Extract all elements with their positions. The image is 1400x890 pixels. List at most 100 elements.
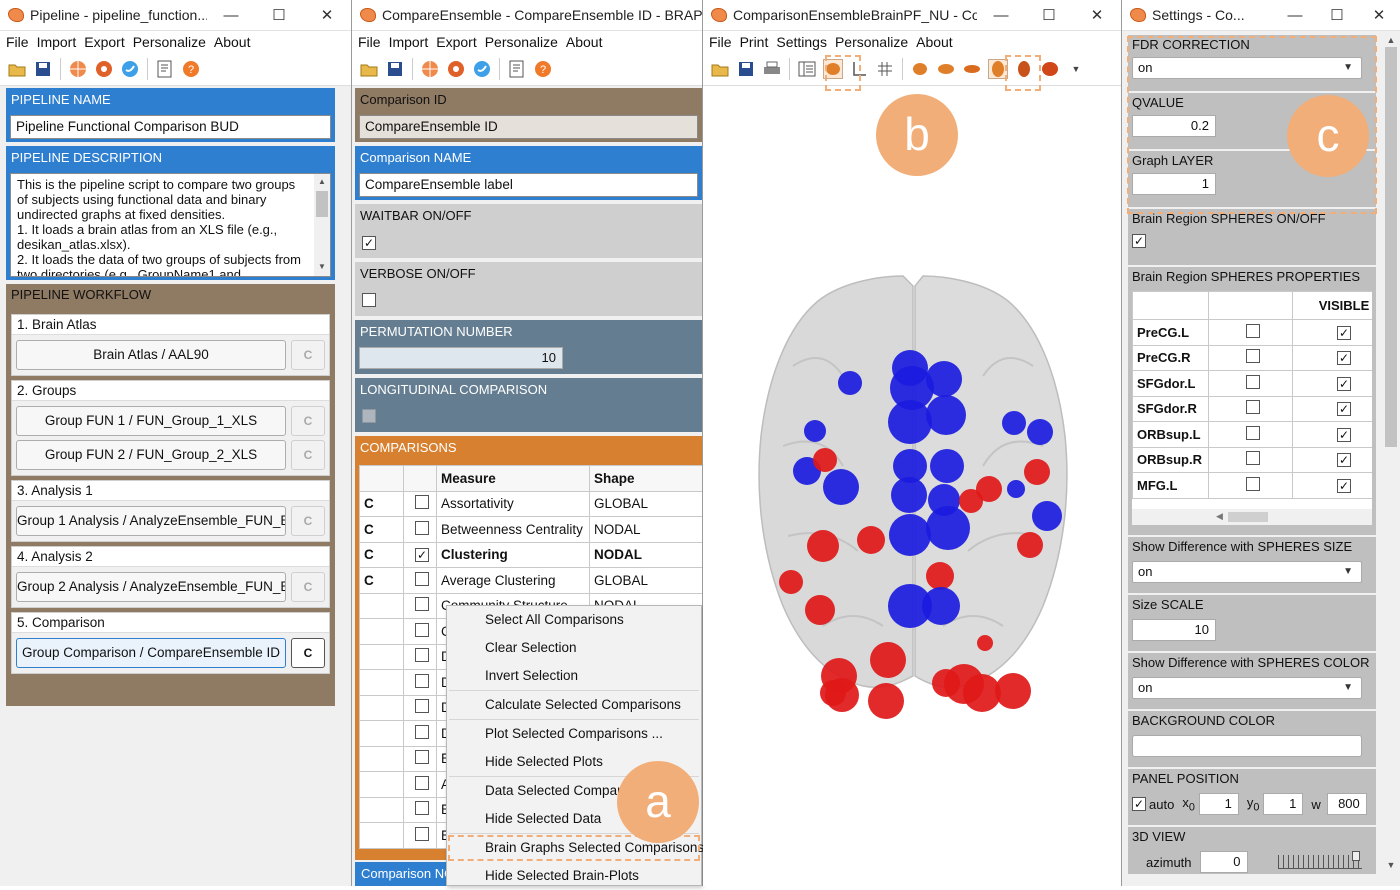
verbose-checkbox[interactable] <box>362 293 376 307</box>
menu-settings[interactable]: Settings <box>776 34 827 50</box>
group1-c-button[interactable]: C <box>291 406 325 436</box>
brain-node-blue[interactable] <box>1027 419 1053 445</box>
region-option-checkbox[interactable] <box>1245 476 1260 491</box>
region-option-checkbox[interactable] <box>1245 349 1260 364</box>
region-option-cell[interactable] <box>1208 319 1293 346</box>
row-checkbox[interactable]: ✓ <box>415 548 429 563</box>
comparison-row[interactable]: C Average Clustering GLOBAL <box>359 567 702 594</box>
grid-icon[interactable] <box>875 59 895 79</box>
forum-icon[interactable] <box>446 59 466 79</box>
row-checkbox-cell[interactable] <box>403 720 437 747</box>
menu-item-plot[interactable]: Plot Selected Comparisons ... <box>447 720 701 748</box>
brain-node-red[interactable] <box>926 562 954 590</box>
brain-atlas-button[interactable]: Brain Atlas / AAL90 <box>16 340 286 370</box>
row-c-cell[interactable] <box>359 618 404 645</box>
save-icon[interactable] <box>736 59 756 79</box>
license-icon[interactable] <box>155 59 175 79</box>
row-checkbox[interactable] <box>415 622 429 637</box>
menu-item-calculate[interactable]: Calculate Selected Comparisons <box>447 691 701 719</box>
row-checkbox[interactable] <box>415 648 429 663</box>
region-option-checkbox[interactable] <box>1245 425 1260 440</box>
region-option-cell[interactable] <box>1208 446 1293 473</box>
compare-titlebar[interactable]: CompareEnsemble - CompareEnsemble ID - B… <box>352 0 702 31</box>
settings-vertical-scrollbar[interactable]: ▲ ▼ <box>1382 31 1400 886</box>
region-visible-checkbox[interactable]: ✓ <box>1337 478 1351 493</box>
brain-node-red[interactable] <box>1017 532 1043 558</box>
brain-node-red[interactable] <box>779 570 803 594</box>
menu-personalize[interactable]: Personalize <box>485 34 558 50</box>
settings-panel-icon[interactable] <box>797 59 817 79</box>
comparison-row[interactable]: C ✓ Clustering NODAL <box>359 541 702 568</box>
menu-export[interactable]: Export <box>436 34 476 50</box>
menu-print[interactable]: Print <box>740 34 769 50</box>
row-c-cell[interactable] <box>359 822 404 849</box>
brain-view-sagittal-left-icon[interactable] <box>936 59 956 79</box>
row-checkbox[interactable] <box>415 597 429 612</box>
row-c-cell[interactable] <box>359 771 404 798</box>
analysis2-button[interactable]: Group 2 Analysis / AnalyzeEnsemble_FUN_B <box>16 572 286 602</box>
region-visible-cell[interactable]: ✓ <box>1292 319 1372 346</box>
brain-node-red[interactable] <box>932 669 960 697</box>
region-visible-checkbox[interactable]: ✓ <box>1337 376 1351 391</box>
brain-node-red[interactable] <box>977 635 993 651</box>
row-c-cell[interactable]: C <box>359 516 404 543</box>
row-checkbox-cell[interactable] <box>403 643 437 670</box>
brain-node-blue[interactable] <box>926 506 970 550</box>
size-diff-select[interactable]: on <box>1132 561 1362 583</box>
print-icon[interactable] <box>762 59 782 79</box>
row-checkbox[interactable] <box>415 801 429 816</box>
region-visible-checkbox[interactable]: ✓ <box>1337 402 1351 417</box>
row-c-cell[interactable] <box>359 643 404 670</box>
brain-node-blue[interactable] <box>888 400 932 444</box>
region-visible-checkbox[interactable]: ✓ <box>1337 427 1351 442</box>
brain-atlas-c-button[interactable]: C <box>291 340 325 370</box>
region-option-checkbox[interactable] <box>1245 451 1260 466</box>
analysis2-c-button[interactable]: C <box>291 572 325 602</box>
waitbar-checkbox[interactable]: ✓ <box>362 236 376 250</box>
menu-about[interactable]: About <box>916 34 953 50</box>
region-option-checkbox[interactable] <box>1245 400 1260 415</box>
x0-field[interactable]: 1 <box>1198 793 1239 815</box>
row-c-cell[interactable] <box>359 796 404 823</box>
brain-node-blue[interactable] <box>823 469 859 505</box>
menu-file[interactable]: File <box>6 34 29 50</box>
row-checkbox[interactable] <box>415 750 429 765</box>
help-icon[interactable]: ? <box>533 59 553 79</box>
region-option-cell[interactable] <box>1208 344 1293 371</box>
close-button[interactable]: ✕ <box>303 6 351 24</box>
region-option-checkbox[interactable] <box>1245 323 1260 338</box>
menu-about[interactable]: About <box>566 34 603 50</box>
menu-item-invert-selection[interactable]: Invert Selection <box>447 662 701 690</box>
brain-node-blue[interactable] <box>888 584 932 628</box>
row-c-cell[interactable] <box>359 720 404 747</box>
menu-item-select-all[interactable]: Select All Comparisons <box>447 606 701 634</box>
brain-view-coronal-icon[interactable] <box>1040 59 1060 79</box>
row-c-cell[interactable]: C <box>359 490 404 517</box>
region-option-cell[interactable] <box>1208 472 1293 499</box>
group2-c-button[interactable]: C <box>291 440 325 470</box>
web-icon[interactable] <box>420 59 440 79</box>
region-visible-checkbox[interactable]: ✓ <box>1337 351 1351 366</box>
brain-node-blue[interactable] <box>1002 411 1026 435</box>
pipeline-titlebar[interactable]: Pipeline - pipeline_function... — ☐ ✕ <box>0 0 351 31</box>
permutation-field[interactable]: 10 <box>359 347 563 369</box>
table-horizontal-scrollbar[interactable]: ◀ <box>1132 509 1372 525</box>
menu-export[interactable]: Export <box>84 34 124 50</box>
row-checkbox[interactable] <box>415 826 429 841</box>
row-checkbox-cell[interactable] <box>403 592 437 619</box>
group2-button[interactable]: Group FUN 2 / FUN_Group_2_XLS <box>16 440 286 470</box>
minimize-button[interactable]: — <box>977 7 1025 24</box>
brain-node-red[interactable] <box>1024 459 1050 485</box>
brain-node-blue[interactable] <box>891 477 927 513</box>
settings-horizontal-scrollbar[interactable] <box>1122 874 1382 886</box>
region-visible-cell[interactable]: ✓ <box>1292 395 1372 422</box>
brain-node-blue[interactable] <box>804 420 826 442</box>
description-scrollbar[interactable]: ▲ ▼ <box>314 174 330 276</box>
close-button[interactable]: ✕ <box>1073 6 1121 24</box>
pipeline-description-textarea[interactable]: This is the pipeline script to compare t… <box>10 173 331 277</box>
brain-node-red[interactable] <box>870 642 906 678</box>
save-icon[interactable] <box>385 59 405 79</box>
azimuth-field[interactable]: 0 <box>1199 851 1248 873</box>
brain-node-red[interactable] <box>995 673 1031 709</box>
brain-node-blue[interactable] <box>889 514 931 556</box>
